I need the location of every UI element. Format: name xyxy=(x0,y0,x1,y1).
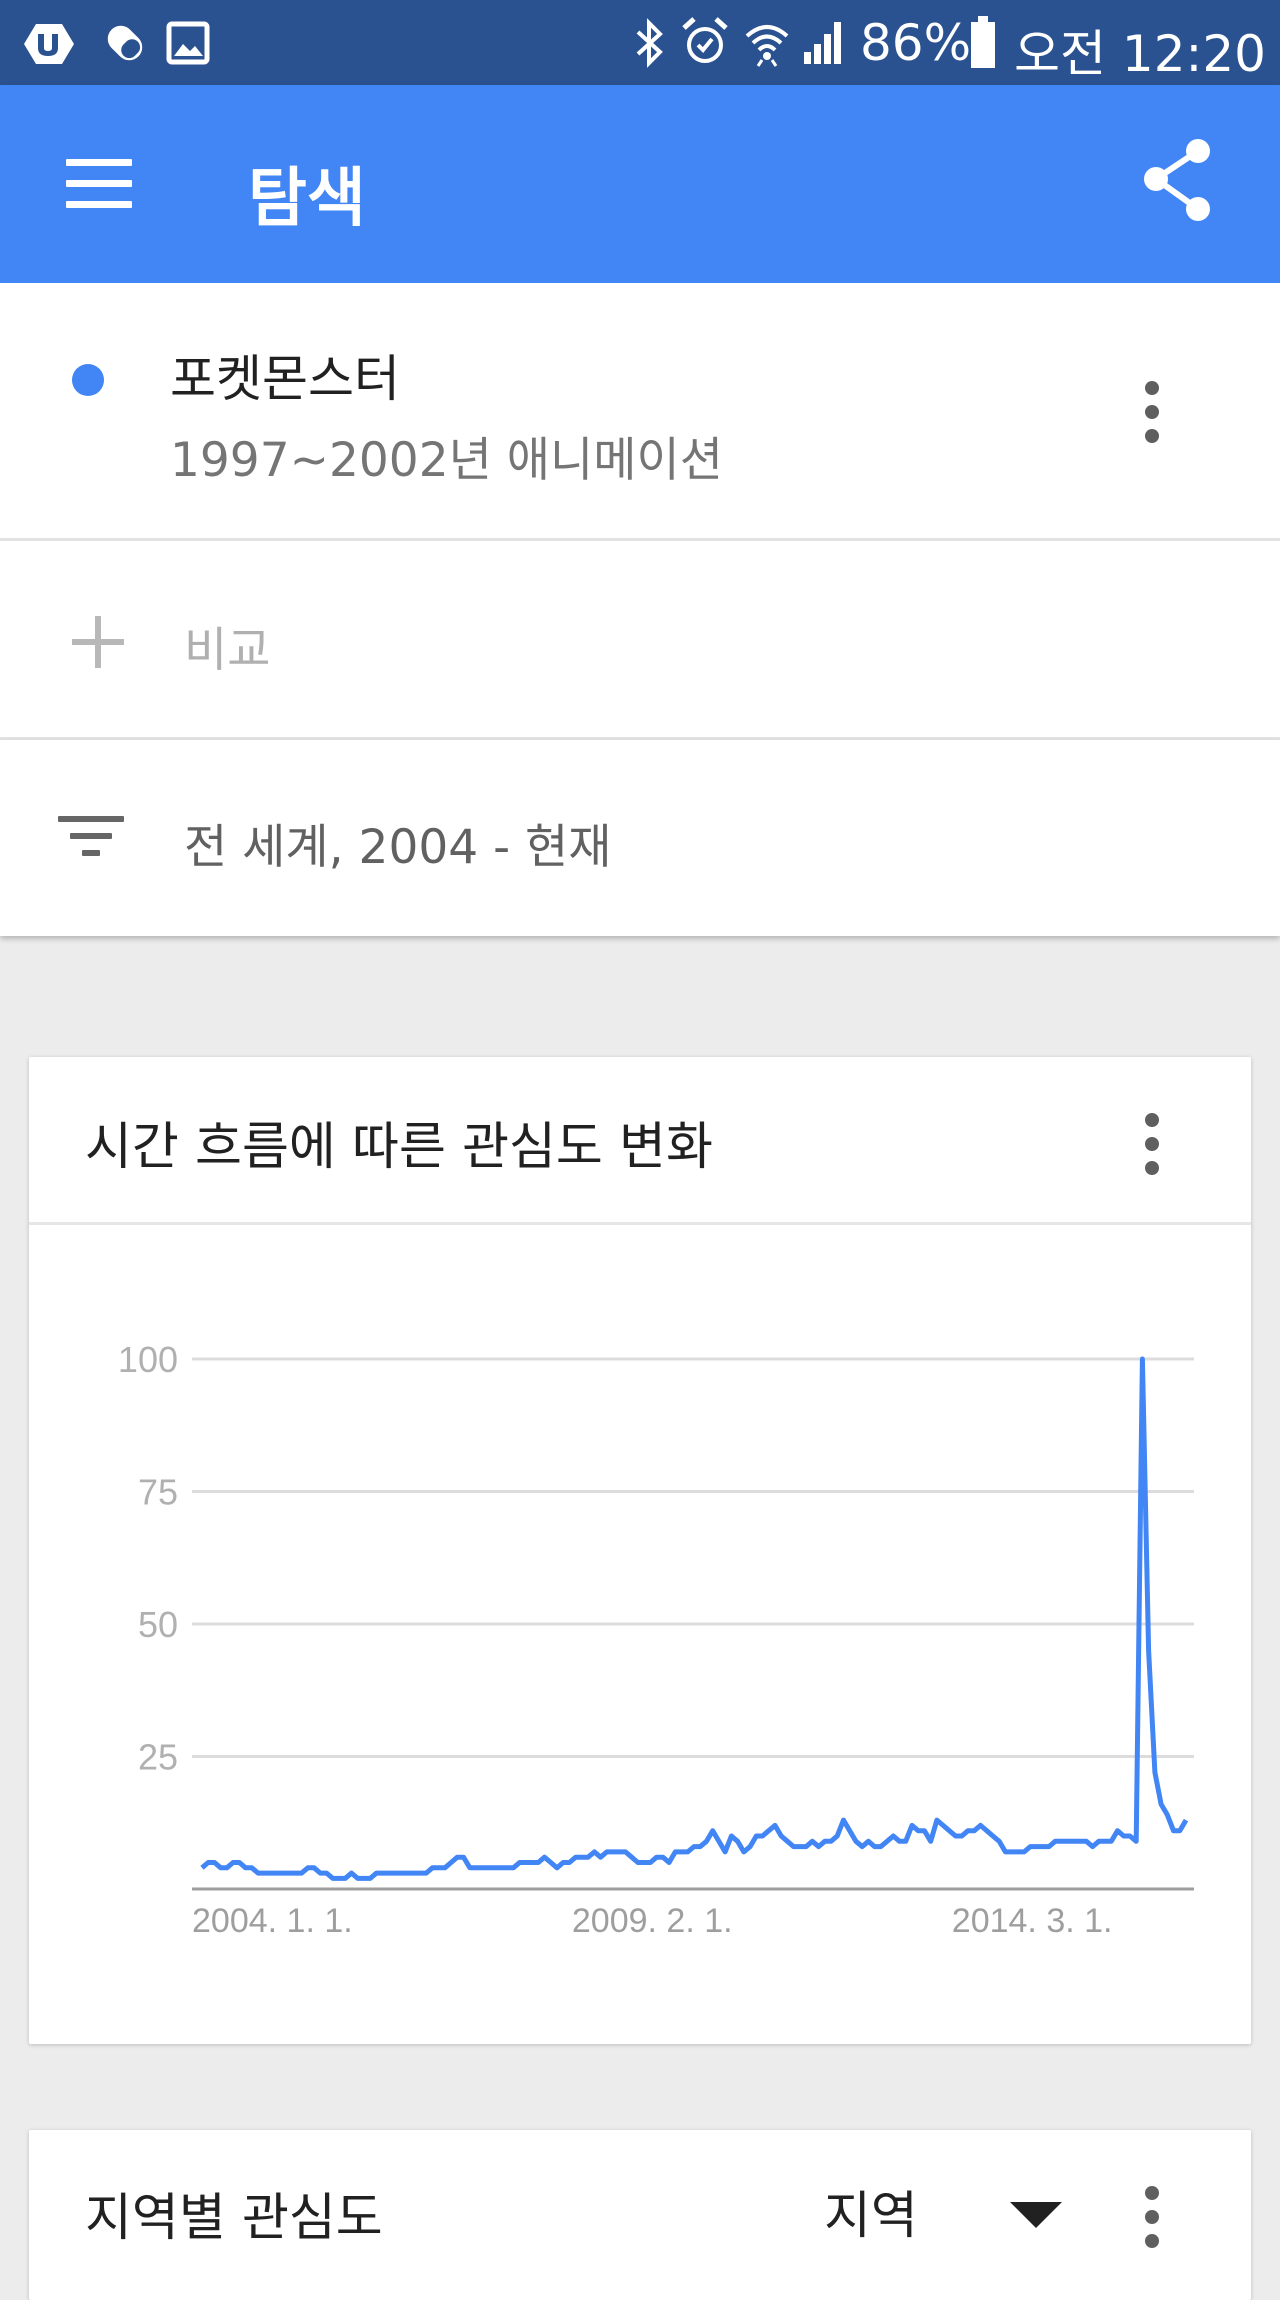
x-tick-label: 2009. 2. 1. xyxy=(572,1902,733,1940)
app-u-icon xyxy=(24,24,74,64)
term-subtitle: 1997~2002년 애니메이션 xyxy=(170,433,723,488)
term-title: 포켓몬스터 xyxy=(170,350,400,408)
x-tick-label: 2004. 1. 1. xyxy=(192,1902,353,1940)
y-tick-label: 25 xyxy=(138,1737,178,1778)
region-more-icon[interactable] xyxy=(1142,2186,1162,2248)
term-color-dot xyxy=(72,364,104,396)
y-tick-label: 50 xyxy=(138,1604,178,1645)
menu-icon[interactable] xyxy=(66,159,132,209)
dropdown-arrow-icon xyxy=(1010,2202,1062,2228)
x-tick-label: 2014. 3. 1. xyxy=(952,1902,1113,1940)
filter-icon xyxy=(58,816,128,864)
compare-row[interactable]: 비교 xyxy=(0,541,1280,737)
interest-over-time-card: 시간 흐름에 따른 관심도 변화 25 50 75 100 2004. 1. 1. 200… xyxy=(29,1057,1251,2044)
filter-row[interactable]: 전 세계, 2004 - 현재 xyxy=(0,740,1280,936)
gallery-icon xyxy=(166,21,210,65)
battery-percent: 86% xyxy=(860,14,972,72)
share-icon[interactable] xyxy=(1140,137,1216,223)
y-tick-label: 100 xyxy=(118,1339,178,1380)
search-term-panel[interactable]: 포켓몬스터 1997~2002년 애니메이션 xyxy=(0,283,1280,538)
battery-icon xyxy=(971,16,995,68)
alarm-icon xyxy=(682,17,728,63)
compare-label: 비교 xyxy=(184,623,271,678)
bluetooth-icon xyxy=(636,18,663,68)
interest-line-chart: 25 50 75 100 2004. 1. 1. 2009. 2. 1. 2014. 3. … xyxy=(118,1339,1194,1940)
region-select[interactable]: 지역 xyxy=(824,2170,1084,2250)
card-title: 지역별 관심도 xyxy=(85,2189,383,2248)
signal-icon xyxy=(804,22,841,64)
series-line xyxy=(200,1356,1189,1881)
wifi-icon xyxy=(745,25,789,67)
region-select-value: 지역 xyxy=(824,2187,918,2246)
y-tick-label: 75 xyxy=(138,1472,178,1513)
pill-icon xyxy=(107,25,143,61)
clock: 오전 12:20 xyxy=(1014,25,1266,83)
status-bar: 86% 오전 12:20 xyxy=(0,0,1280,85)
plus-icon xyxy=(72,616,124,668)
term-more-icon[interactable] xyxy=(1142,381,1162,443)
page-title: 탐색 xyxy=(248,162,366,236)
filter-label: 전 세계, 2004 - 현재 xyxy=(184,820,612,875)
app-bar: 탐색 xyxy=(0,85,1280,283)
